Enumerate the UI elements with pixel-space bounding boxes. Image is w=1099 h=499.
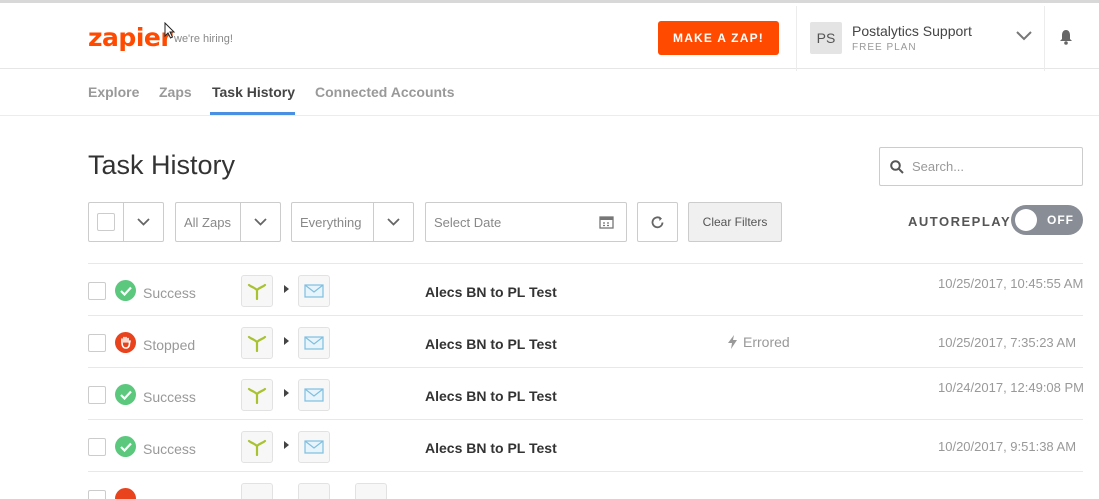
account-name[interactable]: Postalytics Support [852,23,972,39]
status-filter-dropdown[interactable] [373,203,413,241]
hiring-link[interactable]: we're hiring! [174,33,233,45]
stop-hand-icon [115,488,136,499]
task-row[interactable]: Success Alecs BN to PL Test 10/24/2017, … [88,367,1084,419]
account-plan: FREE PLAN [852,42,917,53]
arrow-right-icon [284,337,289,345]
trigger-app-icon [241,275,273,307]
chevron-down-icon [254,218,267,226]
active-tab-indicator [210,112,295,115]
task-row[interactable]: Success Alecs BN to PL Test 10/20/2017, … [88,419,1083,471]
toggle-state: OFF [1047,213,1074,227]
task-status: Success [143,389,196,405]
zapier-logo[interactable]: zapier [88,23,173,52]
tab-task-history[interactable]: Task History [212,84,295,100]
search-icon [890,159,904,174]
task-timestamp: 10/24/2017, 12:49:08 PM [938,380,1085,395]
task-timestamp: 10/25/2017, 10:45:55 AM [938,276,1084,291]
toggle-knob [1015,209,1037,231]
trigger-app-icon [241,379,273,411]
search-input[interactable] [912,159,1072,174]
errored-text: Errored [743,334,790,350]
row-checkbox[interactable] [88,490,106,499]
avatar[interactable]: PS [810,22,842,54]
trigger-app-icon [241,327,273,359]
email-app-icon [298,327,330,359]
refresh-icon [651,215,664,228]
tab-connected-accounts[interactable]: Connected Accounts [315,84,455,100]
task-timestamp: 10/20/2017, 9:51:38 AM [938,439,1077,454]
zap-name[interactable]: Alecs BN to PL Test [425,388,557,404]
task-timestamp: 10/25/2017, 7:35:23 AM [938,335,1077,350]
chevron-down-icon [387,218,400,226]
row-checkbox[interactable] [88,386,106,404]
task-row[interactable]: Stopped Alecs BN to PL Test Errored 10/2… [88,315,1083,367]
date-filter[interactable]: Select Date [425,202,627,242]
success-icon [115,384,136,405]
success-icon [115,436,136,457]
zap-name[interactable]: Alecs BN to PL Test [425,284,557,300]
status-filter-label: Everything [300,214,362,230]
autoreplay-label: AUTOREPLAY [908,214,1012,229]
task-row[interactable]: Success Alecs BN to PL Test 10/25/2017, … [88,263,1083,315]
stop-hand-icon [115,332,136,353]
zaps-filter-dropdown[interactable] [240,203,280,241]
status-filter[interactable]: Everything [291,202,414,242]
autoreplay-toggle[interactable]: OFF [1011,205,1083,235]
row-checkbox[interactable] [88,282,106,300]
app-icon [298,483,330,499]
row-checkbox[interactable] [88,438,106,456]
zaps-filter[interactable]: All Zaps [175,202,281,242]
email-app-icon [298,431,330,463]
chevron-down-icon [137,218,150,226]
tab-zaps[interactable]: Zaps [159,84,192,100]
select-all-dropdown[interactable] [123,203,163,241]
search-box[interactable] [879,147,1083,186]
select-all-checkbox[interactable] [97,213,115,231]
webhook-app-icon [355,483,387,499]
select-all-filter[interactable] [88,202,164,242]
email-app-icon [298,379,330,411]
refresh-button[interactable] [637,202,678,242]
task-status: Success [143,285,196,301]
lightning-icon [728,335,737,349]
tab-explore[interactable]: Explore [88,84,139,100]
success-icon [115,280,136,301]
arrow-right-icon [284,285,289,293]
divider [1044,6,1045,71]
clear-filters-button[interactable]: Clear Filters [688,202,782,242]
row-checkbox[interactable] [88,334,106,352]
task-status: Success [143,441,196,457]
task-row-partial[interactable] [88,471,1083,499]
calendar-icon[interactable] [599,215,614,229]
arrow-right-icon [284,441,289,449]
task-status: Stopped [143,337,196,353]
divider [796,6,797,71]
errored-note: Errored [728,334,790,350]
top-bar: zapier we're hiring! MAKE A ZAP! PS Post… [0,0,1099,71]
date-filter-placeholder: Select Date [434,214,502,230]
arrow-right-icon [284,389,289,397]
email-app-icon [298,275,330,307]
zaps-filter-label: All Zaps [184,214,231,230]
page-title: Task History [88,150,236,180]
email-app-icon [241,483,273,499]
bell-icon[interactable] [1059,29,1073,45]
trigger-app-icon [241,431,273,463]
zap-name[interactable]: Alecs BN to PL Test [425,336,557,352]
chevron-down-icon[interactable] [1016,31,1032,41]
make-a-zap-button[interactable]: MAKE A ZAP! [658,21,779,55]
zap-name[interactable]: Alecs BN to PL Test [425,440,557,456]
sub-nav: Explore Zaps Task History Connected Acco… [0,69,1099,116]
